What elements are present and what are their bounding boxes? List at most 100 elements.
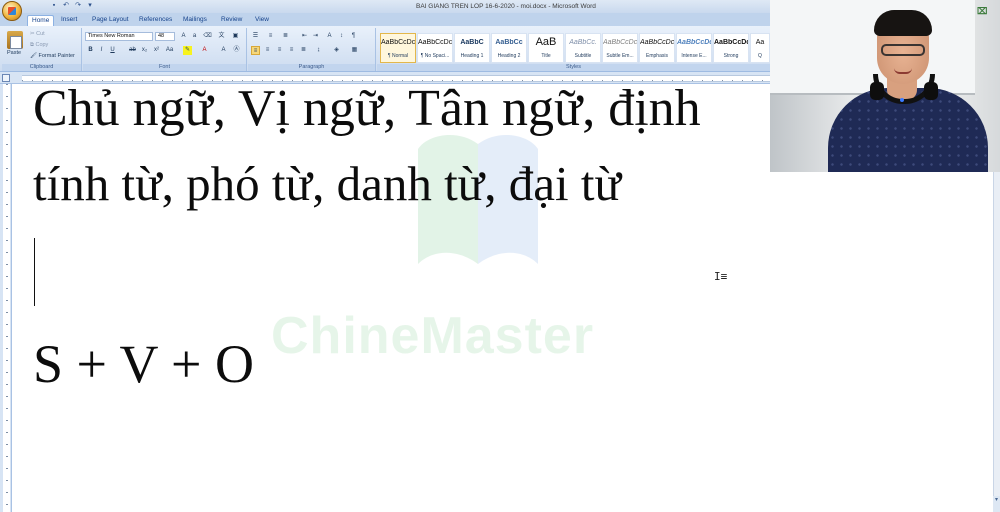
font-group-label: Font: [83, 64, 246, 71]
cut-button[interactable]: ✂ Cut: [30, 31, 45, 37]
style-sample: AaBbC: [460, 39, 484, 46]
italic-icon[interactable]: I: [97, 46, 106, 55]
style-strong[interactable]: AaBbCcDc Strong: [713, 33, 749, 63]
tab-mailings[interactable]: Mailings: [179, 15, 211, 26]
scissors-icon: ✂: [30, 31, 35, 37]
style-quote[interactable]: Aa Q: [750, 33, 770, 63]
title-bar: ▪ ↶ ↷ ▾ BAI GIANG TREN LOP 16-6-2020 - m…: [0, 0, 770, 13]
show-marks-icon[interactable]: ¶: [349, 32, 358, 41]
underline-icon[interactable]: U: [108, 46, 117, 55]
watermark-text: ChineMaster: [271, 307, 595, 365]
scroll-down-icon[interactable]: ▾: [993, 496, 1000, 512]
style-name: Subtle Em...: [606, 53, 634, 59]
align-center-icon[interactable]: ≡: [263, 46, 272, 55]
horizontal-ruler[interactable]: [0, 72, 770, 84]
sort-icon[interactable]: ↕: [337, 32, 346, 41]
tab-view[interactable]: View: [251, 15, 273, 26]
grow-font-icon[interactable]: A: [179, 32, 188, 41]
character-border-icon[interactable]: ▣: [231, 32, 240, 41]
font-size-select[interactable]: 48: [155, 32, 175, 41]
headphone-led: [900, 98, 904, 102]
superscript-icon[interactable]: x²: [152, 46, 161, 55]
style-title[interactable]: AaB Title: [528, 33, 564, 63]
brush-icon: 🖌: [30, 53, 37, 59]
cam-logo-icon: ⌧: [977, 6, 988, 16]
clear-format-icon[interactable]: ⌫: [203, 32, 212, 41]
change-case-icon[interactable]: Aa: [165, 46, 174, 55]
font-color-icon[interactable]: A: [200, 46, 209, 55]
style-no-spacing[interactable]: AaBbCcDc ¶ No Spaci...: [417, 33, 453, 63]
phonetic-guide-icon[interactable]: 文: [217, 32, 226, 41]
style-name: Emphasis: [646, 53, 668, 59]
qat-dropdown-icon[interactable]: ▾: [86, 2, 94, 10]
copy-label: Copy: [35, 42, 49, 48]
office-button[interactable]: [2, 1, 22, 21]
shading-icon[interactable]: ◈: [332, 46, 341, 55]
document-line-2[interactable]: tính từ, phó từ, danh từ, đại từ: [33, 156, 621, 212]
paste-button[interactable]: Paste: [7, 50, 21, 56]
tab-review[interactable]: Review: [217, 15, 246, 26]
headphone-cup: [924, 82, 938, 100]
justify-icon[interactable]: ≡: [287, 46, 296, 55]
ruler-scale: [3, 84, 10, 512]
decrease-indent-icon[interactable]: ⇤: [300, 32, 309, 41]
enclose-characters-icon[interactable]: Ⓐ: [232, 46, 241, 55]
tab-selector[interactable]: [2, 74, 10, 82]
style-name: Heading 1: [460, 53, 484, 59]
style-emphasis[interactable]: AaBbCcDc Emphasis: [639, 33, 675, 63]
presenter-glasses: [881, 44, 925, 56]
borders-icon[interactable]: ▦: [350, 46, 359, 55]
style-name: Heading 2: [497, 53, 521, 59]
style-sample: AaBbCc.: [569, 39, 597, 46]
headphone-cup: [870, 82, 884, 100]
redo-icon[interactable]: ↷: [74, 2, 82, 10]
mouse-ibeam-icon: I≡: [714, 270, 728, 283]
align-right-icon[interactable]: ≡: [275, 46, 284, 55]
subscript-icon[interactable]: x₂: [140, 46, 149, 55]
document-line-1[interactable]: Chủ ngữ, Vị ngữ, Tân ngữ, định: [33, 84, 701, 135]
bullets-icon[interactable]: ☰: [251, 32, 260, 41]
format-painter-label: Format Painter: [38, 53, 75, 59]
style-name: Q: [758, 53, 762, 59]
highlight-icon[interactable]: ✎: [183, 46, 192, 55]
format-painter-button[interactable]: 🖌 Format Painter: [30, 53, 75, 59]
styles-group-label: Styles: [377, 64, 770, 71]
tab-insert[interactable]: Insert: [57, 15, 81, 26]
style-name: Strong: [723, 53, 739, 59]
style-heading-1[interactable]: AaBbC Heading 1: [454, 33, 490, 63]
font-name-select[interactable]: Times New Roman: [85, 32, 153, 41]
style-heading-2[interactable]: AaBbCc Heading 2: [491, 33, 527, 63]
tab-home[interactable]: Home: [27, 15, 55, 26]
asian-layout-icon[interactable]: A: [325, 32, 334, 41]
strikethrough-icon[interactable]: ab: [128, 46, 137, 55]
style-sample: AaBbCcDc: [603, 39, 637, 46]
multilevel-list-icon[interactable]: ≣: [281, 32, 290, 41]
tab-references[interactable]: References: [135, 15, 176, 26]
style-normal[interactable]: AaBbCcDc ¶ Normal: [380, 33, 416, 63]
character-shading-icon[interactable]: A: [219, 46, 228, 55]
style-sample: AaBbCcDc: [714, 39, 748, 46]
font-group: Times New Roman 48 A a ⌫ 文 ▣ B I U ab x₂…: [83, 28, 247, 71]
style-subtle-emphasis[interactable]: AaBbCcDc Subtle Em...: [602, 33, 638, 63]
undo-icon[interactable]: ↶: [62, 2, 70, 10]
shrink-font-icon[interactable]: a: [190, 32, 199, 41]
style-sample: AaBbCcDc: [381, 39, 415, 46]
paste-icon[interactable]: [7, 31, 23, 49]
tab-page-layout[interactable]: Page Layout: [88, 15, 133, 26]
document-line-3[interactable]: S + V + O: [33, 334, 254, 394]
numbering-icon[interactable]: ≡: [266, 32, 275, 41]
align-left-icon[interactable]: ≡: [251, 46, 260, 55]
save-icon[interactable]: ▪: [50, 2, 58, 10]
bold-icon[interactable]: B: [86, 46, 95, 55]
style-intense-emphasis[interactable]: AaBbCcDc Intense E...: [676, 33, 712, 63]
increase-indent-icon[interactable]: ⇥: [311, 32, 320, 41]
style-subtitle[interactable]: AaBbCc. Subtitle: [565, 33, 601, 63]
distributed-icon[interactable]: ≣: [299, 46, 308, 55]
vertical-ruler[interactable]: [0, 84, 12, 512]
style-sample: Aa: [755, 39, 765, 46]
copy-button[interactable]: ⧉ Copy: [30, 42, 48, 49]
window-title: BAI GIANG TREN LOP 16-6-2020 - moi.docx …: [416, 3, 596, 10]
style-sample: AaBbCcDc: [677, 39, 711, 46]
line-spacing-icon[interactable]: ↨: [314, 46, 323, 55]
